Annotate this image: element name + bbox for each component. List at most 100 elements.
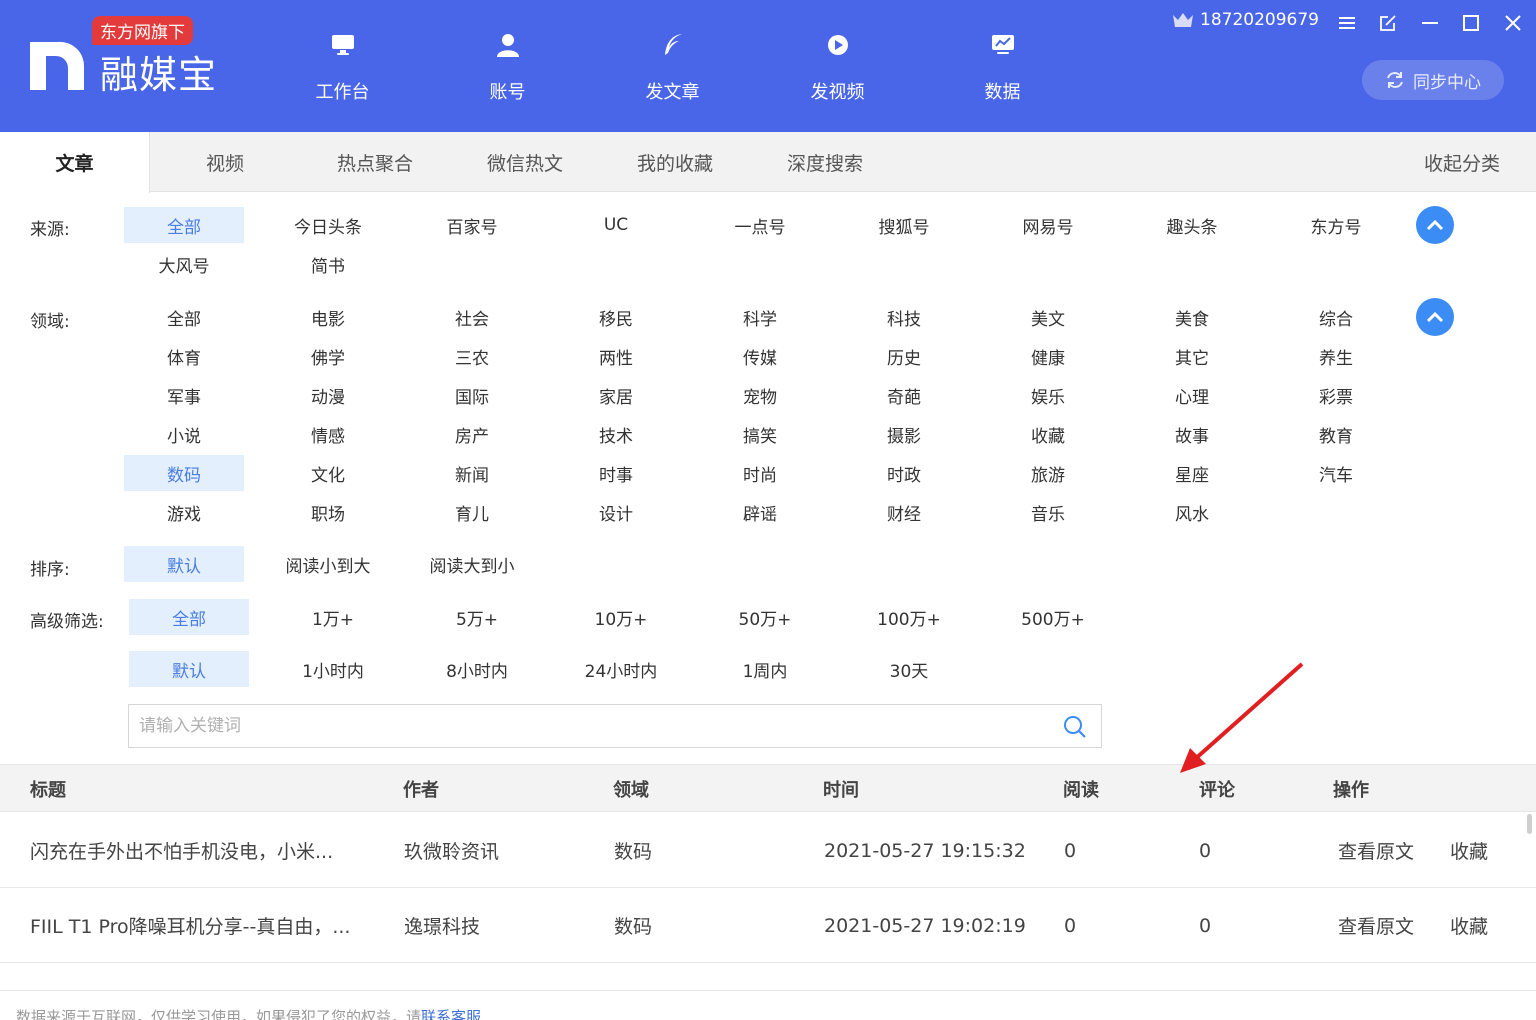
source-option[interactable]: 大风号: [124, 246, 244, 282]
read-count-option[interactable]: 100万+: [849, 599, 969, 635]
favorite-button[interactable]: 收藏: [1450, 888, 1488, 963]
domain-option[interactable]: 摄影: [844, 416, 964, 452]
domain-option[interactable]: 其它: [1132, 338, 1252, 374]
read-count-option[interactable]: 500万+: [993, 599, 1113, 635]
domain-option[interactable]: 时事: [556, 455, 676, 491]
domain-option[interactable]: 奇葩: [844, 377, 964, 413]
nav-data[interactable]: 数据: [920, 30, 1085, 120]
domain-option[interactable]: 教育: [1276, 416, 1396, 452]
domain-option[interactable]: 财经: [844, 494, 964, 530]
domain-option[interactable]: 国际: [412, 377, 532, 413]
domain-option[interactable]: 美文: [988, 299, 1108, 335]
domain-option[interactable]: 情感: [268, 416, 388, 452]
domain-option[interactable]: 军事: [124, 377, 244, 413]
source-option[interactable]: 百家号: [412, 207, 532, 243]
domain-option[interactable]: 移民: [556, 299, 676, 335]
nav-workbench[interactable]: 工作台: [260, 30, 425, 120]
domain-option[interactable]: 星座: [1132, 455, 1252, 491]
tab-video[interactable]: 视频: [150, 132, 300, 192]
domain-option[interactable]: 技术: [556, 416, 676, 452]
domain-option[interactable]: 育儿: [412, 494, 532, 530]
domain-option[interactable]: 社会: [412, 299, 532, 335]
read-count-option[interactable]: 50万+: [705, 599, 825, 635]
time-range-option[interactable]: 8小时内: [417, 651, 537, 687]
domain-option[interactable]: 体育: [124, 338, 244, 374]
view-original-button[interactable]: 查看原文: [1338, 888, 1414, 963]
read-count-option[interactable]: 5万+: [417, 599, 537, 635]
domain-option[interactable]: 音乐: [988, 494, 1108, 530]
row-title[interactable]: 闪充在手外出不怕手机没电，小米...: [30, 813, 333, 888]
domain-option[interactable]: 电影: [268, 299, 388, 335]
domain-option[interactable]: 家居: [556, 377, 676, 413]
read-count-option[interactable]: 全部: [129, 599, 249, 635]
minimize-icon[interactable]: [1417, 10, 1443, 36]
source-option[interactable]: 一点号: [700, 207, 820, 243]
sort-option[interactable]: 默认: [124, 546, 244, 582]
tab-wechat-hot[interactable]: 微信热文: [450, 132, 600, 192]
collapse-domains-button[interactable]: [1416, 298, 1454, 336]
menu-icon[interactable]: [1334, 10, 1360, 36]
source-option[interactable]: 搜狐号: [844, 207, 964, 243]
domain-option[interactable]: 小说: [124, 416, 244, 452]
collapse-categories-button[interactable]: 收起分类: [1424, 132, 1500, 192]
source-option[interactable]: 网易号: [988, 207, 1108, 243]
domain-option[interactable]: 辟谣: [700, 494, 820, 530]
domain-option[interactable]: 风水: [1132, 494, 1252, 530]
view-original-button[interactable]: 查看原文: [1338, 813, 1414, 888]
time-range-option[interactable]: 30天: [849, 651, 969, 687]
domain-option[interactable]: 美食: [1132, 299, 1252, 335]
domain-option[interactable]: 健康: [988, 338, 1108, 374]
time-range-option[interactable]: 1小时内: [273, 651, 393, 687]
search-icon[interactable]: [1063, 715, 1087, 743]
domain-option[interactable]: 彩票: [1276, 377, 1396, 413]
sort-option[interactable]: 阅读大到小: [412, 546, 532, 582]
search-input[interactable]: [129, 705, 1049, 747]
source-option[interactable]: 今日头条: [268, 207, 388, 243]
tab-deep-search[interactable]: 深度搜索: [750, 132, 900, 192]
sort-option[interactable]: 阅读小到大: [268, 546, 388, 582]
domain-option[interactable]: 时尚: [700, 455, 820, 491]
domain-option[interactable]: 科技: [844, 299, 964, 335]
domain-option[interactable]: 时政: [844, 455, 964, 491]
read-count-option[interactable]: 10万+: [561, 599, 681, 635]
domain-option[interactable]: 旅游: [988, 455, 1108, 491]
source-option[interactable]: 简书: [268, 246, 388, 282]
source-option[interactable]: 趣头条: [1132, 207, 1252, 243]
source-option[interactable]: 全部: [124, 207, 244, 243]
scrollbar-thumb[interactable]: [1527, 814, 1532, 834]
time-range-option[interactable]: 1周内: [705, 651, 825, 687]
domain-option[interactable]: 汽车: [1276, 455, 1396, 491]
domain-option[interactable]: 设计: [556, 494, 676, 530]
domain-option[interactable]: 传媒: [700, 338, 820, 374]
domain-option[interactable]: 职场: [268, 494, 388, 530]
domain-option[interactable]: 历史: [844, 338, 964, 374]
domain-option[interactable]: 养生: [1276, 338, 1396, 374]
domain-option[interactable]: 心理: [1132, 377, 1252, 413]
domain-option[interactable]: 动漫: [268, 377, 388, 413]
row-title[interactable]: FIIL T1 Pro降噪耳机分享--真自由，...: [30, 888, 350, 963]
domain-option[interactable]: 综合: [1276, 299, 1396, 335]
nav-publish-video[interactable]: 发视频: [755, 30, 920, 120]
maximize-icon[interactable]: [1458, 10, 1484, 36]
domain-option[interactable]: 娱乐: [988, 377, 1108, 413]
sync-center-button[interactable]: 同步中心: [1362, 60, 1504, 100]
domain-option[interactable]: 两性: [556, 338, 676, 374]
domain-option[interactable]: 三农: [412, 338, 532, 374]
domain-option[interactable]: 故事: [1132, 416, 1252, 452]
edit-icon[interactable]: [1375, 10, 1401, 36]
time-range-option[interactable]: 默认: [129, 651, 249, 687]
time-range-option[interactable]: 24小时内: [561, 651, 681, 687]
domain-option[interactable]: 新闻: [412, 455, 532, 491]
tab-hot-aggregation[interactable]: 热点聚合: [300, 132, 450, 192]
domain-option[interactable]: 文化: [268, 455, 388, 491]
domain-option[interactable]: 科学: [700, 299, 820, 335]
domain-option[interactable]: 全部: [124, 299, 244, 335]
domain-option[interactable]: 佛学: [268, 338, 388, 374]
domain-option[interactable]: 房产: [412, 416, 532, 452]
nav-publish-article[interactable]: 发文章: [590, 30, 755, 120]
nav-account[interactable]: 账号: [425, 30, 590, 120]
source-option[interactable]: UC: [556, 207, 676, 243]
domain-option[interactable]: 宠物: [700, 377, 820, 413]
user-phone[interactable]: 18720209679: [1172, 10, 1319, 30]
domain-option[interactable]: 数码: [124, 455, 244, 491]
